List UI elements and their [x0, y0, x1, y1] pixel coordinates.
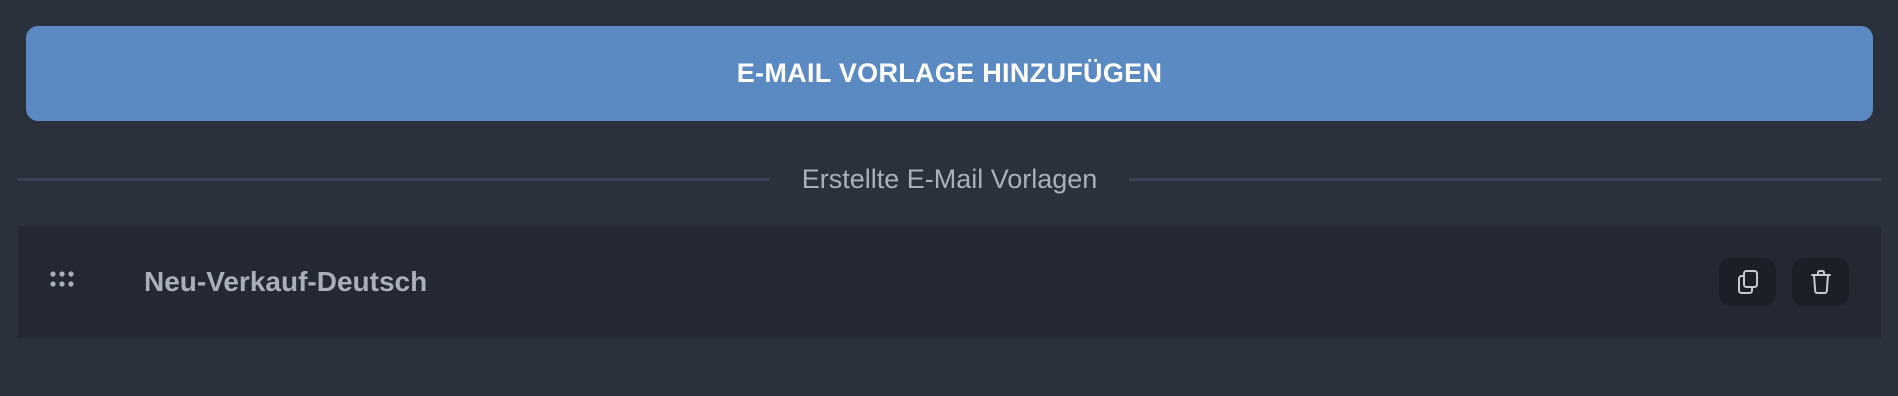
- template-name: Neu-Verkauf-Deutsch: [144, 266, 428, 297]
- copy-template-button[interactable]: [1719, 258, 1776, 306]
- divider-line-left: [18, 177, 770, 181]
- copy-icon: [1736, 269, 1760, 295]
- add-email-template-button[interactable]: E-MAIL VORLAGE HINZUFÜGEN: [26, 26, 1873, 121]
- email-templates-panel: E-MAIL VORLAGE HINZUFÜGEN Erstellte E-Ma…: [0, 0, 1898, 396]
- divider-line-right: [1129, 177, 1882, 181]
- drag-handle-icon[interactable]: [49, 269, 77, 289]
- trash-icon: [1809, 269, 1833, 295]
- template-list-item[interactable]: Neu-Verkauf-Deutsch: [18, 226, 1881, 338]
- delete-template-button[interactable]: [1792, 258, 1849, 306]
- section-title: Erstellte E-Mail Vorlagen: [801, 163, 1098, 194]
- section-divider: Erstellte E-Mail Vorlagen: [18, 157, 1882, 201]
